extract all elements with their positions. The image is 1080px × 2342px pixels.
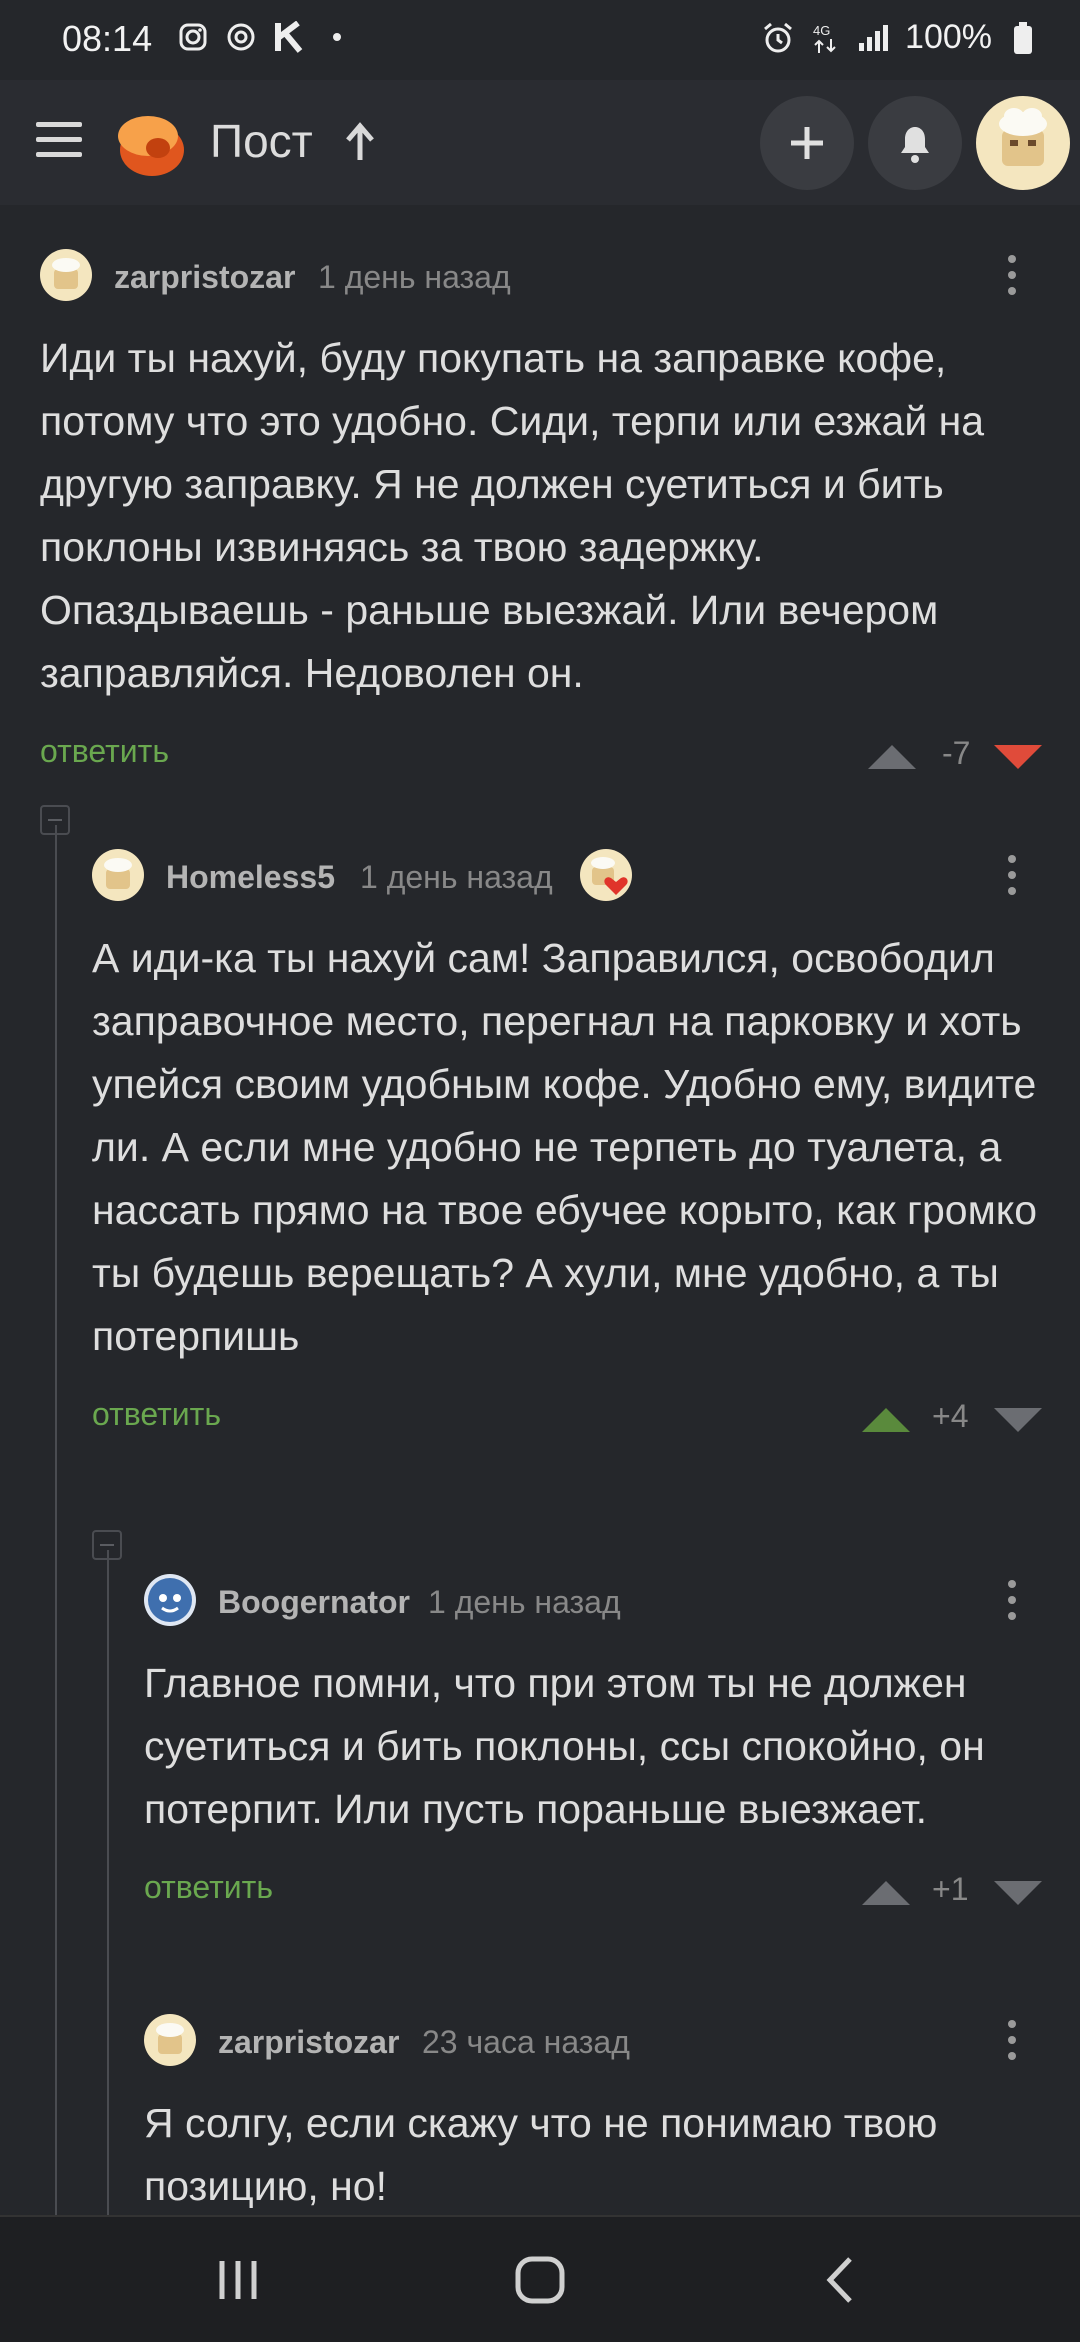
logo-icon[interactable]: [112, 108, 188, 178]
battery-icon: [1006, 21, 1040, 55]
battery-percent: 100%: [905, 18, 992, 56]
home-icon[interactable]: [510, 2255, 570, 2305]
comment-author[interactable]: Boogernator: [218, 1584, 410, 1621]
comment: Boogernator 1 день назад Главное помни, …: [144, 1570, 1042, 1919]
reply-button[interactable]: ответить: [40, 733, 169, 770]
page-title: Пост: [210, 115, 313, 167]
sync-icon: [224, 20, 258, 54]
upvote-icon[interactable]: [868, 745, 916, 769]
comment-score: +4: [932, 1398, 969, 1434]
comment-time: 1 день назад: [428, 1584, 621, 1620]
more-options-icon[interactable]: [1006, 1580, 1018, 1624]
comment-text: Главное помни, что при этом ты не должен…: [144, 1660, 985, 1832]
comment-time: 1 день назад: [318, 259, 511, 295]
menu-icon[interactable]: [36, 122, 82, 162]
downvote-icon[interactable]: [994, 745, 1042, 769]
more-options-icon[interactable]: [1006, 855, 1018, 899]
comment: Homeless5 1 день назад А иди-ка ты нахуй…: [92, 845, 1042, 1446]
recent-apps-icon[interactable]: [208, 2255, 268, 2305]
status-bar: 08:14 4G 100%: [0, 0, 1080, 80]
add-post-button[interactable]: [760, 96, 854, 190]
downvote-icon[interactable]: [994, 1881, 1042, 1905]
comment-time: 1 день назад: [360, 859, 553, 895]
comment-score: +1: [932, 1871, 969, 1907]
instagram-icon: [176, 20, 210, 54]
downvote-icon[interactable]: [994, 1408, 1042, 1432]
system-nav-bar: [0, 2215, 1080, 2342]
comment: zarpristozar 23 часа назад Я солгу, если…: [144, 2010, 1040, 2215]
comment-text: Я солгу, если скажу что не понимаю твою …: [144, 2100, 938, 2209]
more-options-icon[interactable]: [1006, 2020, 1018, 2064]
back-icon[interactable]: [812, 2255, 872, 2305]
comment-author[interactable]: Homeless5: [166, 859, 335, 896]
comment-text: А иди-ка ты нахуй сам! Заправился, освоб…: [92, 935, 1038, 1359]
avatar[interactable]: [40, 249, 92, 301]
signal-icon: [857, 21, 891, 55]
comment-author[interactable]: zarpristozar: [218, 2024, 399, 2061]
upvote-icon[interactable]: [862, 1408, 910, 1432]
reply-button[interactable]: ответить: [144, 1869, 273, 1906]
reply-button[interactable]: ответить: [92, 1396, 221, 1433]
collapse-thread-button[interactable]: [92, 1530, 122, 1560]
more-options-icon[interactable]: [1006, 255, 1018, 299]
avatar[interactable]: [976, 96, 1070, 190]
heart-badge-icon: [580, 849, 632, 901]
comment: zarpristozar 1 день назад Иди ты нахуй, …: [40, 245, 1042, 783]
k-icon: [272, 20, 306, 54]
thread-line: [107, 1550, 109, 2215]
comment-time: 23 часа назад: [422, 2024, 630, 2060]
avatar[interactable]: [92, 849, 144, 901]
bell-icon: [901, 127, 929, 163]
comment-text: Иди ты нахуй, буду покупать на заправке …: [40, 335, 985, 696]
app-header: Пост: [0, 80, 1080, 205]
comment-score: -7: [942, 735, 971, 771]
dot-icon: [320, 20, 354, 54]
alarm-icon: [761, 21, 795, 55]
arrow-up-icon[interactable]: [340, 120, 380, 164]
comments-feed[interactable]: zarpristozar 1 день назад Иди ты нахуй, …: [0, 205, 1080, 2215]
avatar[interactable]: [144, 1574, 196, 1626]
upvote-icon[interactable]: [862, 1881, 910, 1905]
avatar[interactable]: [144, 2014, 196, 2066]
status-time: 08:14: [62, 18, 153, 59]
plus-icon: [791, 127, 823, 159]
collapse-thread-button[interactable]: [40, 805, 70, 835]
notifications-button[interactable]: [868, 96, 962, 190]
svg-text:4G: 4G: [813, 23, 830, 38]
thread-line: [55, 825, 57, 2215]
4g-icon: 4G: [809, 21, 843, 55]
comment-author[interactable]: zarpristozar: [114, 259, 295, 296]
